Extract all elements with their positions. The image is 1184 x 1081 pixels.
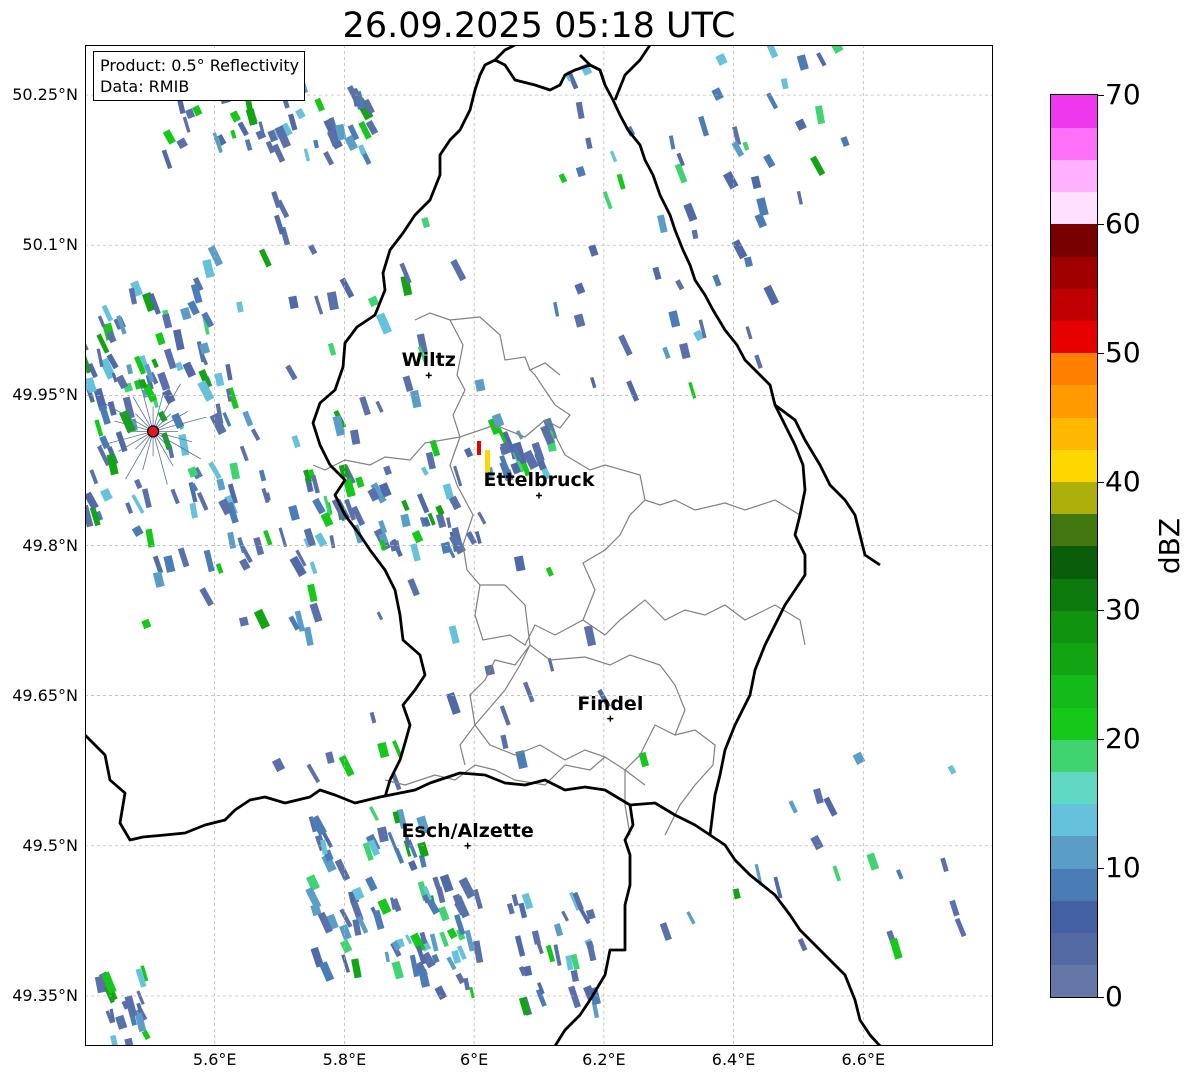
radar-site-icon <box>146 425 160 438</box>
colorbar-segment <box>1051 159 1097 193</box>
colorbar-tick-mark <box>1098 481 1104 483</box>
lat-tick-label: 50.25°N <box>12 85 78 105</box>
radar-echo-cell <box>477 441 481 455</box>
lat-tick-label: 49.35°N <box>12 985 78 1005</box>
lat-tick-label: 49.65°N <box>12 685 78 705</box>
lat-tick-label: 49.95°N <box>12 385 78 405</box>
lon-tick-label: 6°E <box>459 1050 489 1069</box>
radar-map <box>85 45 993 1046</box>
colorbar-tick-label: 70 <box>1105 78 1141 111</box>
colorbar-segment <box>1051 868 1097 901</box>
colorbar-tick-label: 20 <box>1105 722 1141 756</box>
product-label: Product: 0.5° Reflectivity <box>100 56 300 75</box>
colorbar-segment <box>1051 352 1097 386</box>
colorbar-tick-mark <box>1098 610 1104 612</box>
colorbar-segment <box>1051 449 1097 483</box>
city-label: Findel <box>577 692 644 715</box>
colorbar-tick-mark <box>1098 223 1104 225</box>
city-label: Ettelbruck <box>483 469 595 492</box>
city-label: Wiltz <box>401 349 456 372</box>
colorbar-segment <box>1051 610 1097 644</box>
lat-tick-label: 49.8°N <box>22 535 78 555</box>
city-label: Esch/Alzette <box>401 819 534 842</box>
colorbar-segment <box>1051 707 1097 740</box>
data-source-label: Data: RMIB <box>100 77 190 96</box>
colorbar-segment <box>1051 223 1097 257</box>
colorbar-tick-mark <box>1098 997 1104 998</box>
colorbar-tick-mark <box>1098 95 1104 96</box>
colorbar-tick-label: 10 <box>1105 851 1141 885</box>
colorbar-tick-label: 30 <box>1105 593 1141 627</box>
colorbar-segment <box>1051 642 1097 676</box>
colorbar-tick-mark <box>1098 352 1104 354</box>
colorbar-segment <box>1051 481 1097 515</box>
colorbar-segment <box>1051 384 1097 418</box>
lon-tick-label: 6.6°E <box>841 1050 886 1069</box>
colorbar-segment <box>1051 739 1097 772</box>
map-title: 26.09.2025 05:18 UTC <box>342 6 736 46</box>
lon-tick-label: 6.4°E <box>711 1050 756 1069</box>
lon-tick-label: 5.8°E <box>322 1050 367 1069</box>
colorbar-segment <box>1051 513 1097 547</box>
reflectivity-colorbar <box>1050 94 1098 998</box>
colorbar-tick-label: 40 <box>1105 464 1141 498</box>
map-background <box>85 45 993 1046</box>
colorbar-segment <box>1051 320 1097 354</box>
colorbar-segment <box>1051 191 1097 225</box>
colorbar-segment <box>1051 288 1097 321</box>
colorbar-segment <box>1051 900 1097 934</box>
colorbar-segment <box>1051 95 1097 128</box>
colorbar-segment <box>1051 964 1097 998</box>
colorbar-segment <box>1051 771 1097 805</box>
colorbar-segment <box>1051 578 1097 611</box>
colorbar-segment <box>1051 256 1097 289</box>
colorbar-segment <box>1051 546 1097 579</box>
colorbar-segment <box>1051 835 1097 869</box>
colorbar-segment <box>1051 932 1097 966</box>
colorbar-segment <box>1051 674 1097 708</box>
colorbar-tick-mark <box>1098 739 1104 741</box>
lon-tick-label: 6.2°E <box>582 1050 626 1069</box>
colorbar-segment <box>1051 417 1097 450</box>
colorbar-tick-label: 50 <box>1105 335 1141 369</box>
colorbar-tick-mark <box>1098 868 1104 870</box>
colorbar-segment <box>1051 127 1097 160</box>
colorbar-tick-label: 60 <box>1105 206 1141 240</box>
lat-tick-label: 50.1°N <box>22 235 78 255</box>
colorbar-tick-label: 0 <box>1105 980 1123 1013</box>
colorbar-segment <box>1051 803 1097 837</box>
lon-tick-label: 5.6°E <box>192 1050 237 1069</box>
product-info-box: Product: 0.5° Reflectivity Data: RMIB <box>93 51 306 101</box>
colorbar-unit-label: dBZ <box>1153 517 1184 575</box>
lat-tick-label: 49.5°N <box>22 835 78 855</box>
